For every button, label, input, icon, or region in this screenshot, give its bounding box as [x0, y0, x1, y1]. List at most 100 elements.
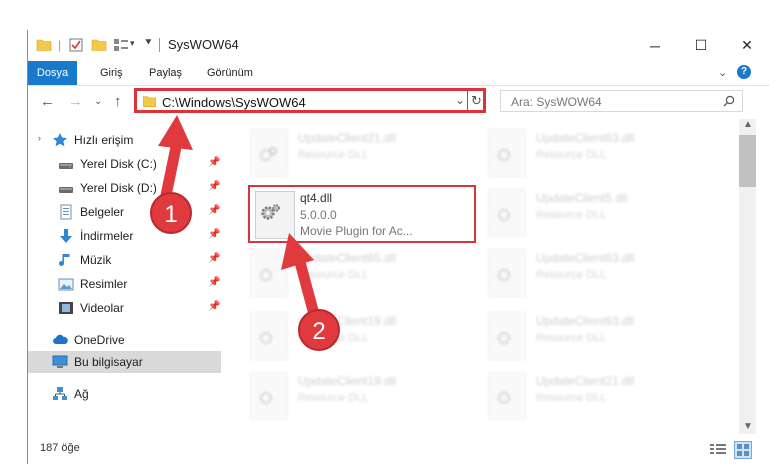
sidebar-item-disk-d[interactable]: Yerel Disk (D:) 📌 [28, 177, 221, 199]
explorer-window: | ▾ ⯆ SysWOW64 ─ ☐ ✕ Dosya Giriş Paylaş … [27, 30, 769, 464]
sidebar-item-videos[interactable]: Videolar 📌 [28, 297, 221, 319]
scroll-up-icon[interactable]: ▲ [743, 119, 753, 130]
sidebar-item-label: Belgeler [80, 205, 125, 219]
ribbon-expand-icon[interactable]: ⌄ [718, 66, 727, 79]
forward-arrow-icon[interactable]: → [68, 93, 83, 110]
navigation-pane: › Hızlı erişim Yerel Disk (C:) 📌 Yerel D… [28, 119, 221, 434]
qa-menu-icon[interactable]: ⯆ [144, 37, 153, 50]
pin-icon[interactable]: 📌 [208, 253, 220, 264]
search-box[interactable]: Ara: SysWOW64 [500, 90, 743, 112]
folder-icon [143, 96, 156, 107]
expand-icon[interactable]: › [38, 133, 41, 143]
gear-icon [259, 147, 277, 162]
tab-share[interactable]: Paylaş [139, 61, 192, 85]
sidebar-item-music[interactable]: Müzik 📌 [28, 249, 221, 271]
properties-icon[interactable] [68, 37, 84, 53]
refresh-icon[interactable]: ↻ [471, 93, 482, 109]
folder-icon[interactable] [36, 37, 52, 53]
file-description: Resource DLL [536, 269, 607, 281]
sidebar-item-label: Müzik [80, 253, 112, 267]
file-tile[interactable]: UpdateClient19.dll Resource DLL [250, 372, 470, 426]
sidebar-item-disk-c[interactable]: Yerel Disk (C:) 📌 [28, 153, 221, 175]
file-tile[interactable]: UpdateClient5.dll Resource DLL [488, 189, 708, 243]
pin-icon[interactable]: 📌 [208, 157, 220, 168]
address-path: C:\Windows\SysWOW64 [162, 95, 306, 110]
download-icon [60, 229, 72, 243]
sidebar-item-label: OneDrive [74, 333, 125, 347]
recent-locations-icon[interactable]: ⌄ [94, 96, 102, 107]
pin-icon[interactable]: 📌 [208, 181, 220, 192]
file-description: Resource DLL [536, 209, 607, 221]
status-bar: 187 öğe [28, 434, 769, 464]
videos-icon [59, 302, 73, 314]
file-description: Resource DLL [298, 392, 369, 404]
sidebar-item-label: Yerel Disk (C:) [80, 157, 157, 171]
highlighted-file-tile[interactable]: qt4.dll 5.0.0.0 Movie Plugin for Ac... [248, 185, 476, 243]
file-name: UpdateClient21.dll [536, 374, 635, 388]
view-list-icon[interactable] [113, 37, 129, 53]
file-name: UpdateClient63.dll [536, 131, 635, 145]
up-arrow-icon[interactable]: ↑ [114, 93, 122, 110]
network-icon [53, 387, 67, 400]
file-version: 5.0.0.0 [300, 208, 337, 222]
file-tile[interactable]: UpdateClient21.dll Resource DLL [250, 129, 470, 183]
file-description: Resource DLL [298, 332, 369, 344]
sidebar-item-downloads[interactable]: İndirmeler 📌 [28, 225, 221, 247]
file-tile[interactable]: UpdateClient63.dll Resource DLL [488, 312, 708, 366]
file-description: Resource DLL [298, 269, 369, 281]
large-icons-view-icon[interactable] [734, 441, 752, 459]
maximize-button[interactable]: ☐ [678, 30, 724, 61]
gear-icon [261, 204, 280, 220]
scroll-down-icon[interactable]: ▼ [743, 421, 753, 432]
file-description: Resource DLL [298, 149, 369, 161]
file-name: UpdateClient21.dll [298, 131, 397, 145]
sidebar-item-label: Resimler [80, 277, 128, 291]
file-tile[interactable]: UpdateClient63.dll Resource DLL [488, 249, 708, 303]
gear-icon [259, 268, 273, 282]
file-tile[interactable]: UpdateClient19.dll Resource DLL [250, 312, 470, 366]
file-tile[interactable]: UpdateClient21.dll Resource DLL [488, 372, 708, 426]
sidebar-item-pictures[interactable]: Resimler 📌 [28, 273, 221, 295]
computer-icon [52, 355, 68, 368]
file-tile[interactable]: UpdateClient63.dll Resource DLL [488, 129, 708, 183]
sidebar-item-onedrive[interactable]: OneDrive [28, 329, 221, 351]
help-icon[interactable]: ? [737, 65, 751, 79]
gear-icon [497, 148, 511, 162]
back-arrow-icon[interactable]: ← [40, 93, 55, 110]
drive-icon [59, 187, 73, 193]
sidebar-item-label: Yerel Disk (D:) [80, 181, 157, 195]
tab-file[interactable]: Dosya [28, 61, 77, 85]
file-name: UpdateClient63.dll [536, 251, 635, 265]
pin-icon[interactable]: 📌 [208, 229, 220, 240]
pin-icon[interactable]: 📌 [208, 205, 220, 216]
file-list: UpdateClient21.dll Resource DLL UpdateCl… [246, 119, 736, 434]
title-bar: | ▾ ⯆ SysWOW64 ─ ☐ ✕ [28, 30, 769, 61]
sidebar-item-documents[interactable]: Belgeler 📌 [28, 201, 221, 223]
file-name: UpdateClient5.dll [536, 191, 628, 205]
close-button[interactable]: ✕ [724, 30, 769, 61]
pin-icon[interactable]: 📌 [208, 301, 220, 312]
sidebar-item-network[interactable]: Ağ [28, 383, 221, 405]
scrollbar-thumb[interactable] [739, 135, 756, 187]
documents-icon [60, 204, 72, 220]
customize-dropdown-icon[interactable]: ▾ [130, 38, 135, 49]
address-dropdown-icon[interactable]: ⌄ [455, 93, 465, 107]
gear-icon [259, 331, 273, 345]
sidebar-item-quick-access[interactable]: › Hızlı erişim [28, 129, 221, 151]
search-icon[interactable] [723, 95, 735, 107]
minimize-button[interactable]: ─ [632, 30, 678, 61]
tab-home[interactable]: Giriş [90, 61, 133, 85]
file-tile[interactable]: UpdateClient65.dll Resource DLL [250, 249, 470, 303]
sidebar-item-label: Ağ [74, 387, 89, 401]
gear-icon [497, 208, 511, 222]
address-bar[interactable]: C:\Windows\SysWOW64 ⌄ ↻ [134, 88, 486, 113]
file-description: Resource DLL [536, 332, 607, 344]
gear-icon [497, 331, 511, 345]
sidebar-item-this-pc[interactable]: Bu bilgisayar [28, 351, 221, 373]
details-view-icon[interactable] [710, 443, 726, 455]
search-input[interactable]: Ara: SysWOW64 [511, 95, 602, 109]
new-folder-icon[interactable] [91, 37, 107, 53]
title-separator [159, 38, 160, 52]
pin-icon[interactable]: 📌 [208, 277, 220, 288]
tab-view[interactable]: Görünüm [197, 61, 263, 85]
